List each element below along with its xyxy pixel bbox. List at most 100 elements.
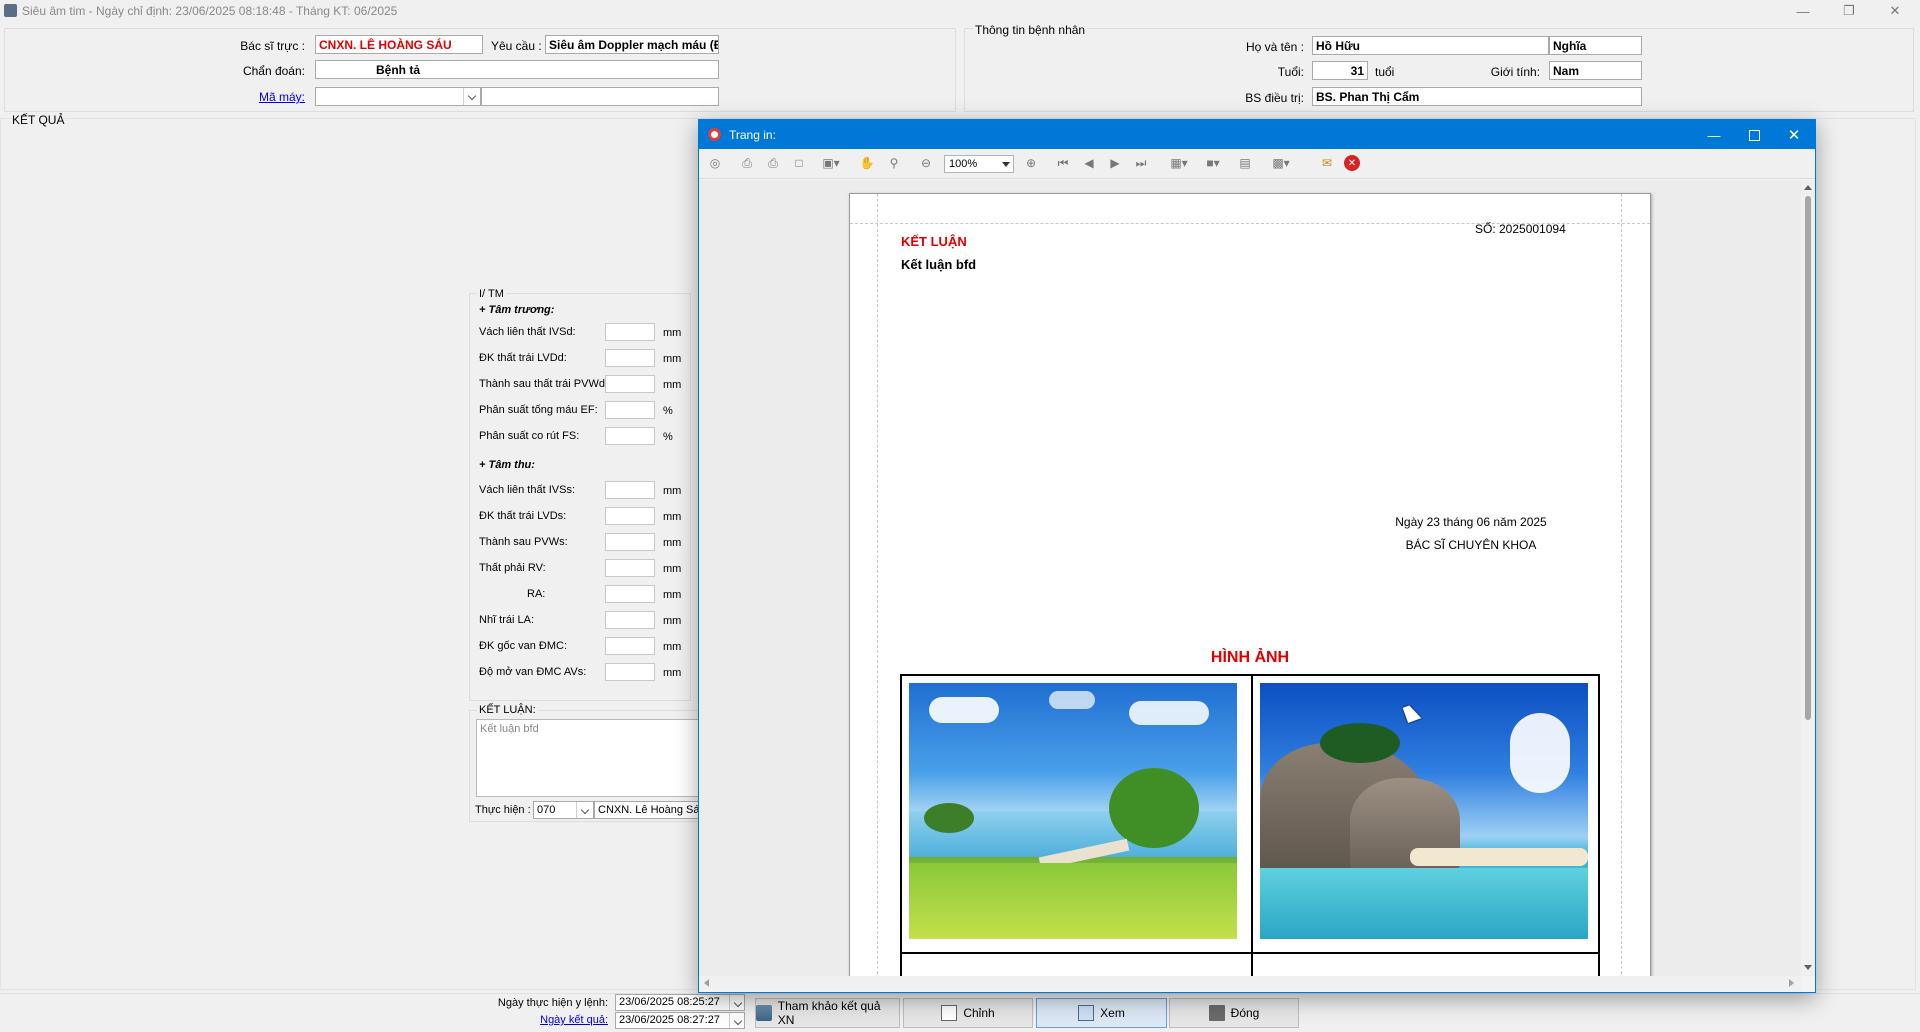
measurement-input[interactable] — [605, 533, 655, 551]
report-date-line: Ngày 23 tháng 06 năm 2025 — [1395, 515, 1547, 529]
thuc-hien-name-field[interactable]: CNXN. Lê Hoàng Sáu — [594, 801, 714, 819]
edit-pencil-icon — [941, 1005, 958, 1021]
tham-khao-label: Tham khảo kết quả XN — [777, 999, 881, 1027]
thuc-hien-label: Thực hiện : — [475, 804, 531, 816]
measurement-input[interactable] — [605, 427, 655, 445]
dialog-close-button[interactable]: ✕ — [1774, 120, 1814, 150]
cloud-shape — [1049, 691, 1095, 709]
chevron-down-icon[interactable] — [729, 1013, 744, 1028]
measurement-input[interactable] — [605, 375, 655, 393]
measurement-unit: mm — [663, 563, 682, 575]
last-page-icon[interactable]: ⏭ — [1132, 154, 1150, 172]
yeu-cau-field[interactable]: Siêu âm Doppler mạch máu (Đ — [545, 35, 719, 54]
ngay-thuc-hien-field[interactable]: 23/06/2025 08:25:27 — [615, 994, 745, 1011]
magnifier-icon[interactable]: ⚲ — [885, 154, 903, 172]
chan-doan-field[interactable]: Bệnh tả — [315, 60, 719, 79]
chinh-button[interactable]: Chỉnh — [903, 998, 1033, 1028]
measurement-input[interactable] — [605, 637, 655, 655]
chevron-down-icon[interactable] — [463, 88, 480, 105]
horizontal-scrollbar[interactable] — [699, 976, 1801, 990]
measurement-input[interactable] — [605, 323, 655, 341]
measurement-input[interactable] — [605, 559, 655, 577]
dialog-maximize-button[interactable] — [1734, 120, 1774, 150]
report-so: SỐ: 2025001094 — [1475, 222, 1566, 236]
chevron-down-icon[interactable] — [1002, 162, 1010, 167]
ket-qua-label: KẾT QUẢ — [11, 113, 66, 127]
gioi-tinh-field[interactable]: Nam — [1549, 61, 1642, 80]
measurement-label: Phân suất tống máu EF: — [479, 404, 598, 416]
measurement-label: ĐK gốc van ĐMC: — [479, 640, 568, 652]
next-page-icon[interactable]: ▶ — [1106, 154, 1124, 172]
ten-field[interactable]: Nghĩa — [1549, 36, 1642, 55]
measurement-input[interactable] — [605, 507, 655, 525]
chevron-down-icon[interactable] — [576, 802, 593, 818]
report-ket-luan-text: Kết luận bfd — [901, 257, 977, 272]
print-icon[interactable]: ⎙ — [738, 154, 756, 172]
ho-ten-field[interactable]: Hồ Hữu — [1312, 36, 1549, 55]
scroll-left-icon[interactable] — [704, 979, 709, 987]
tuoi-unit: tuổi — [1375, 65, 1395, 79]
measurement-input[interactable] — [605, 585, 655, 603]
report-signer-title: BÁC SĨ CHUYÊN KHOA — [1405, 538, 1537, 552]
measurement-input[interactable] — [605, 481, 655, 499]
measurement-unit: mm — [663, 511, 682, 523]
tam-thu-title: + Tâm thu: — [479, 459, 535, 471]
tuoi-field[interactable]: 31 — [1312, 61, 1368, 80]
scroll-right-icon[interactable] — [1789, 979, 1794, 987]
measurement-input[interactable] — [605, 611, 655, 629]
measurements-title: I/ TM — [477, 288, 506, 300]
first-page-icon[interactable]: ⏮ — [1054, 154, 1072, 172]
patient-info-title: Thông tin bệnh nhân — [973, 23, 1088, 37]
close-button[interactable]: ✕ — [1872, 0, 1918, 22]
dong-button[interactable]: Đóng — [1169, 998, 1299, 1028]
measurement-input[interactable] — [605, 663, 655, 681]
bac-si-truc-label: Bác sĩ trực : — [240, 39, 305, 53]
report-hinh-anh-title: HÌNH ẢNH — [1210, 649, 1290, 666]
minimize-button[interactable]: — — [1780, 0, 1826, 22]
measurement-label: Vách liên thất IVSs: — [479, 484, 575, 496]
margin-guide-left — [877, 194, 878, 976]
tham-khao-button[interactable]: Tham khảo kết quả XN — [755, 998, 900, 1028]
quick-print-icon[interactable]: ⎙ — [764, 154, 782, 172]
sea-water — [1260, 868, 1588, 939]
image-table — [900, 674, 1600, 976]
measurement-unit: mm — [663, 615, 682, 627]
ma-may-dropdown[interactable] — [315, 87, 481, 106]
previous-page-icon[interactable]: ◀ — [1080, 154, 1098, 172]
ngay-ket-qua-link[interactable]: Ngày kết quả: — [460, 1014, 608, 1026]
xem-button[interactable]: Xem — [1036, 998, 1167, 1028]
zoom-dropdown[interactable]: 100% — [944, 155, 1014, 173]
measurement-unit: mm — [663, 667, 682, 679]
close-preview-icon[interactable]: ✕ — [1344, 155, 1360, 171]
main-title-bar: Siêu âm tim - Ngày chỉ định: 23/06/2025 … — [0, 0, 1920, 22]
bac-si-truc-field[interactable]: CNXN. LÊ HOÀNG SÁU — [315, 35, 483, 54]
chan-doan-label: Chẩn đoán: — [242, 64, 305, 78]
watermark-icon[interactable]: ▤ — [1236, 154, 1254, 172]
ma-may-name-field[interactable] — [481, 87, 719, 106]
measurement-input[interactable] — [605, 401, 655, 419]
scale-icon[interactable]: ▣▾ — [818, 154, 844, 172]
scroll-down-icon[interactable] — [1804, 965, 1812, 970]
hand-tool-icon[interactable]: ✋ — [858, 154, 876, 172]
vertical-scroll-thumb[interactable] — [1805, 196, 1811, 720]
maximize-button[interactable]: ❐ — [1826, 0, 1872, 22]
find-binoculars-icon[interactable]: ◎ — [706, 154, 724, 172]
send-email-icon[interactable]: ✉ — [1318, 154, 1336, 172]
vertical-scrollbar[interactable] — [1801, 180, 1815, 976]
ngay-ket-qua-field[interactable]: 23/06/2025 08:27:27 — [615, 1012, 745, 1029]
page-setup-icon[interactable]: □ — [790, 154, 808, 172]
export-icon[interactable]: ▩▾ — [1268, 154, 1294, 172]
color-icon[interactable]: ■▾ — [1200, 154, 1226, 172]
report-page: SỐ: 2025001094 KẾT LUẬN Kết luận bfd Ngà… — [849, 193, 1651, 976]
zoom-in-icon[interactable]: ⊕ — [1022, 154, 1040, 172]
ket-luan-textarea[interactable]: Kết luận bfd — [476, 719, 716, 797]
scroll-up-icon[interactable] — [1804, 185, 1812, 190]
multipage-icon[interactable]: ▦▾ — [1166, 154, 1192, 172]
measurement-unit: mm — [663, 641, 682, 653]
measurement-input[interactable] — [605, 349, 655, 367]
bs-dieu-tri-field[interactable]: BS. Phan Thị Cẩm — [1312, 87, 1642, 106]
ma-may-link[interactable]: Mã máy: — [200, 90, 305, 104]
chevron-down-icon[interactable] — [729, 995, 744, 1010]
zoom-out-icon[interactable]: ⊖ — [917, 154, 935, 172]
dialog-minimize-button[interactable]: — — [1694, 120, 1734, 150]
